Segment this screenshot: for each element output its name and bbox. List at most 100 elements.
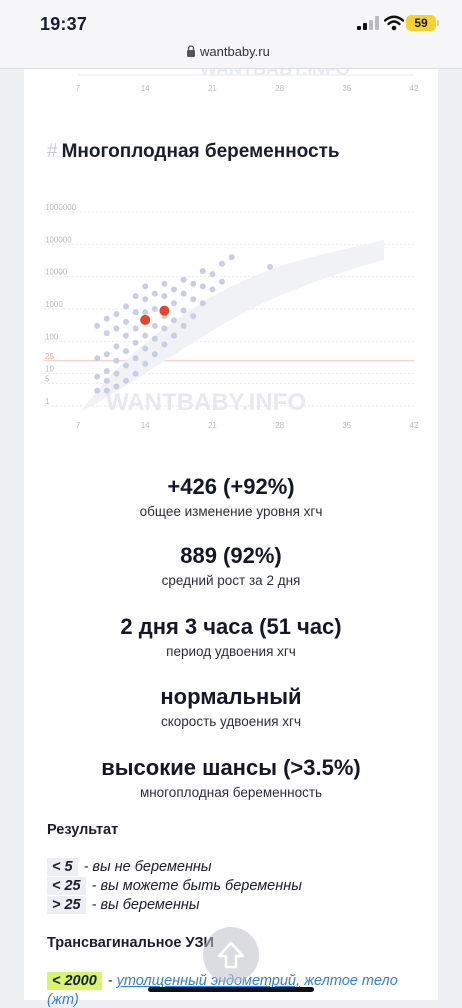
reference-point	[94, 387, 101, 394]
reference-point	[151, 351, 158, 358]
norm-band	[80, 240, 384, 412]
ultrasound-dash: -	[107, 973, 113, 989]
reference-point	[113, 311, 120, 318]
reference-point	[123, 377, 129, 384]
reference-point	[142, 296, 149, 303]
reference-point	[94, 322, 101, 329]
reference-point	[161, 280, 168, 287]
result-row: > 25 - вы беременны	[47, 896, 200, 914]
page-title: # Многоплодная беременность	[47, 141, 340, 163]
reference-point	[94, 355, 101, 362]
stat-value: нормальный	[160, 684, 302, 709]
reference-point	[180, 322, 187, 329]
reference-point	[132, 339, 139, 346]
reference-point	[209, 286, 216, 293]
reference-point	[123, 348, 129, 355]
corpus-luteum-link[interactable]: желтое тело	[304, 973, 398, 989]
threshold-text: - вы не беременны	[83, 859, 212, 875]
reference-point	[151, 322, 158, 329]
scroll-to-top-button[interactable]	[203, 927, 259, 983]
threshold-text: - вы беременны	[91, 897, 200, 913]
reference-point	[199, 300, 206, 307]
y-tick-label: 1000000	[45, 203, 77, 212]
ultrasound-heading: Трансвагинальное УЗИ	[47, 935, 214, 951]
reference-point	[180, 307, 187, 314]
reference-point	[132, 293, 139, 300]
reference-point	[142, 309, 149, 316]
stat-label: общее изменение уровня хгч	[139, 504, 323, 519]
user-data-point[interactable]	[140, 314, 151, 325]
stat-label: средний рост за 2 дня	[161, 573, 301, 588]
reference-point	[103, 330, 110, 337]
stat-doubling-period: 2 дня 3 часа (51 час) период удвоения хг…	[24, 614, 438, 659]
user-data-point[interactable]	[159, 305, 170, 316]
anchor-hash: #	[47, 141, 58, 162]
reference-point	[103, 377, 110, 384]
reference-point	[219, 260, 225, 267]
address-bar[interactable]: wantbaby.ru	[0, 38, 462, 69]
reference-point	[151, 290, 158, 297]
y-tick-label: 5	[45, 374, 50, 383]
stat-average-growth: 889 (92%) средний рост за 2 дня	[24, 543, 438, 588]
x-tick-label: 7	[76, 421, 81, 430]
reference-point	[228, 254, 235, 261]
reference-point	[103, 368, 110, 375]
battery-icon: 59	[406, 15, 436, 31]
reference-point	[123, 318, 129, 325]
x-tick-label: 28	[275, 421, 284, 430]
reference-point	[151, 306, 158, 312]
reference-point	[161, 325, 168, 332]
reference-point	[199, 267, 206, 274]
battery-tip	[437, 20, 439, 26]
cellular-signal-icon	[357, 16, 379, 30]
reference-point	[142, 283, 149, 290]
reference-point	[171, 332, 177, 339]
ultrasound-row-continued[interactable]: (жт)	[47, 992, 79, 1008]
stat-label: многоплодная беременность	[139, 785, 323, 800]
reference-point	[190, 280, 197, 287]
reference-point	[123, 332, 129, 339]
reference-point	[132, 355, 139, 362]
x-tick-label: 35	[342, 84, 351, 93]
chart-watermark: WANTBABY.INFO	[106, 389, 306, 416]
reference-point	[190, 296, 197, 303]
wifi-icon	[384, 15, 404, 31]
threshold-code: < 25	[47, 877, 86, 895]
x-tick-label: 28	[275, 84, 284, 93]
reference-point	[132, 309, 139, 316]
reference-point	[180, 290, 187, 297]
url-text: wantbaby.ru	[200, 44, 270, 59]
stat-label: период удвоения хгч	[166, 644, 296, 659]
reference-point	[171, 286, 177, 293]
stat-doubling-speed: нормальный скорость удвоения хгч	[24, 684, 438, 729]
threshold-code: < 5	[47, 858, 78, 876]
reference-point	[171, 300, 177, 307]
y-tick-label: 10	[45, 365, 54, 374]
reference-point	[209, 271, 216, 278]
result-heading: Результат	[47, 822, 119, 838]
arrow-up-icon	[217, 941, 245, 969]
reference-point	[142, 332, 149, 339]
reference-point	[113, 325, 120, 332]
x-tick-label: 21	[208, 84, 217, 93]
reference-point	[190, 313, 197, 320]
home-indicator	[148, 987, 314, 992]
reference-point	[199, 283, 206, 290]
lock-icon	[187, 45, 195, 57]
result-row: < 25 - вы можете быть беременны	[47, 877, 302, 895]
result-row: < 5 - вы не беременны	[47, 858, 212, 876]
ultrasound-code: < 2000	[47, 972, 102, 990]
status-time: 19:37	[40, 14, 88, 34]
y-tick-label: 1	[45, 397, 50, 406]
reference-point	[113, 383, 120, 390]
y-tick-label: 1000	[45, 300, 63, 309]
reference-point	[103, 351, 110, 358]
reference-point	[180, 276, 187, 283]
section-title-text: Многоплодная беременность	[61, 141, 340, 162]
reference-point	[123, 362, 129, 369]
threshold-text: - вы можете быть беременны	[91, 878, 302, 894]
reference-point	[103, 387, 110, 394]
x-tick-label: 14	[141, 84, 150, 93]
reference-point	[113, 343, 120, 350]
watermark-fragment: WANTBABY.INFO	[200, 69, 350, 79]
